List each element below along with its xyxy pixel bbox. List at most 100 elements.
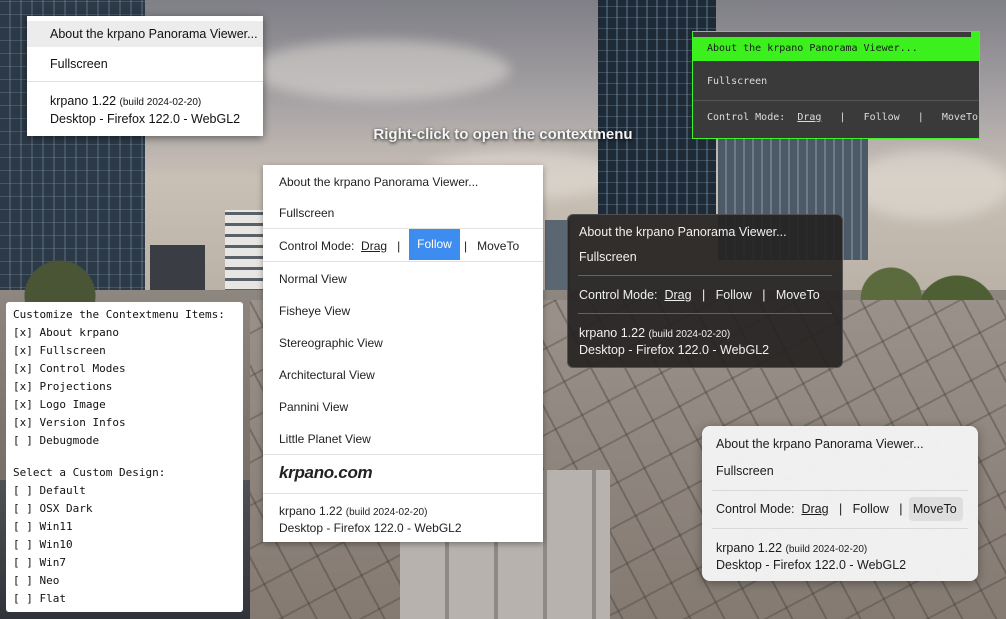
option-label: About krpano	[39, 326, 119, 339]
checkbox[interactable]: [ ]	[13, 484, 33, 497]
menu-item-fullscreen[interactable]: Fullscreen	[707, 76, 767, 87]
control-moveto[interactable]: MoveTo	[776, 288, 820, 302]
menu-item-fullscreen[interactable]: Fullscreen	[279, 206, 334, 220]
menu-item-fullscreen[interactable]: Fullscreen	[27, 51, 263, 77]
build-text: (build 2024-02-20)	[119, 97, 202, 108]
menu-item-architectural-view[interactable]: Architectural View	[279, 368, 375, 382]
platform-info: Desktop - Firefox 122.0 - WebGL2	[579, 343, 770, 357]
option-label: Neo	[39, 574, 60, 587]
checkbox[interactable]: [x]	[13, 416, 33, 429]
option-version-infos[interactable]: [x] Version Infos	[13, 414, 126, 432]
menu-item-little-planet-view[interactable]: Little Planet View	[279, 432, 371, 446]
control-drag[interactable]: Drag	[361, 239, 387, 253]
divider: |	[838, 502, 843, 516]
option-label: Fullscreen	[39, 344, 106, 357]
control-follow[interactable]: Follow	[853, 502, 889, 516]
divider: |	[397, 239, 401, 253]
platform-info: Desktop - Firefox 122.0 - WebGL2	[50, 112, 241, 126]
control-mode-row: Control Mode: Drag | Follow | MoveTo	[579, 288, 820, 302]
menu-item-fisheye-view[interactable]: Fisheye View	[279, 304, 350, 318]
menu-separator	[712, 528, 968, 529]
control-drag[interactable]: Drag	[664, 288, 691, 302]
option-debugmode[interactable]: [ ] Debugmode	[13, 432, 99, 450]
design-win7[interactable]: [ ] Win7	[13, 554, 66, 572]
menu-item-fullscreen[interactable]: Fullscreen	[579, 250, 637, 264]
menu-item-normal-view[interactable]: Normal View	[279, 272, 347, 286]
design-flat[interactable]: [ ] Flat	[13, 590, 66, 608]
divider: |	[464, 239, 468, 253]
control-moveto-group: | MoveTo	[464, 239, 519, 253]
contextmenu-osx-dark: About the krpano Panorama Viewer... Full…	[567, 214, 843, 368]
control-moveto[interactable]: MoveTo	[942, 112, 978, 123]
option-logo-image[interactable]: [x] Logo Image	[13, 396, 106, 414]
contextmenu-win11: About the krpano Panorama Viewer... Full…	[27, 16, 263, 136]
option-fullscreen[interactable]: [x] Fullscreen	[13, 342, 106, 360]
control-drag[interactable]: Drag	[797, 112, 821, 123]
control-mode-label: Control Mode:	[707, 112, 786, 123]
menu-item-about[interactable]: About the krpano Panorama Viewer...	[279, 175, 478, 189]
checkbox[interactable]: [ ]	[13, 592, 33, 605]
version-text: krpano 1.22	[279, 504, 343, 518]
design-win10[interactable]: [ ] Win10	[13, 536, 73, 554]
checkbox[interactable]: [x]	[13, 398, 33, 411]
version-text: krpano 1.22	[716, 541, 783, 555]
divider: |	[899, 502, 903, 516]
divider: |	[839, 112, 846, 123]
design-osx-dark[interactable]: [ ] OSX Dark	[13, 500, 92, 518]
version-info: krpano 1.22 (build 2024-02-20)	[50, 93, 201, 111]
checkbox[interactable]: [ ]	[13, 574, 33, 587]
checkbox[interactable]: [x]	[13, 344, 33, 357]
control-follow[interactable]: Follow	[409, 229, 460, 260]
option-control-modes[interactable]: [x] Control Modes	[13, 360, 126, 378]
checkbox[interactable]: [x]	[13, 326, 33, 339]
menu-separator	[578, 313, 832, 314]
control-follow[interactable]: Follow	[864, 112, 900, 123]
krpano-logo[interactable]: krpano.com	[279, 463, 373, 483]
checkbox[interactable]: [x]	[13, 362, 33, 375]
checkbox[interactable]: [ ]	[13, 520, 33, 533]
menu-separator	[263, 493, 543, 494]
menu-separator	[263, 261, 543, 262]
version-info: krpano 1.22 (build 2024-02-20)	[579, 326, 730, 340]
control-moveto[interactable]: MoveTo	[477, 239, 519, 253]
option-label: Version Infos	[39, 416, 126, 429]
design-win11[interactable]: [ ] Win11	[13, 518, 73, 536]
design-default[interactable]: [ ] Default	[13, 482, 86, 500]
control-moveto[interactable]: MoveTo	[913, 502, 957, 516]
checkbox[interactable]: [x]	[13, 380, 33, 393]
building	[225, 210, 263, 300]
menu-item-pannini-view[interactable]: Pannini View	[279, 400, 348, 414]
option-projections[interactable]: [x] Projections	[13, 378, 112, 396]
option-about-krpano[interactable]: [x] About krpano	[13, 324, 119, 342]
divider: |	[701, 288, 706, 302]
menu-item-about[interactable]: About the krpano Panorama Viewer...	[27, 21, 263, 47]
menu-item-stereographic-view[interactable]: Stereographic View	[279, 336, 383, 350]
menu-item-about[interactable]: About the krpano Panorama Viewer...	[716, 437, 924, 451]
checkbox[interactable]: [ ]	[13, 556, 33, 569]
platform-info: Desktop - Firefox 122.0 - WebGL2	[279, 521, 462, 535]
contextmenu-win10: About the krpano Panorama Viewer... Full…	[702, 426, 978, 581]
checkbox[interactable]: [ ]	[13, 538, 33, 551]
option-label: Win11	[39, 520, 73, 533]
menu-separator	[712, 490, 968, 491]
cloud	[850, 150, 1006, 220]
option-label: Flat	[39, 592, 67, 605]
option-label: Debugmode	[39, 434, 100, 447]
version-info: krpano 1.22 (build 2024-02-20)	[279, 504, 427, 518]
control-mode-label: Control Mode:	[579, 288, 658, 302]
control-drag[interactable]: Drag	[801, 502, 828, 516]
control-follow[interactable]: Follow	[716, 288, 752, 302]
checkbox[interactable]: [ ]	[13, 434, 33, 447]
build-text: (build 2024-02-20)	[785, 544, 868, 555]
design-neo[interactable]: [ ] Neo	[13, 572, 59, 590]
version-text: krpano 1.22	[579, 326, 646, 340]
menu-item-fullscreen[interactable]: Fullscreen	[716, 464, 774, 478]
option-label: OSX Dark	[39, 502, 93, 515]
option-label: Default	[39, 484, 86, 497]
checkbox[interactable]: [ ]	[13, 502, 33, 515]
option-label: Win10	[39, 538, 73, 551]
control-mode-label: Control Mode:	[716, 502, 795, 516]
menu-item-about[interactable]: About the krpano Panorama Viewer...	[693, 37, 979, 61]
menu-item-about[interactable]: About the krpano Panorama Viewer...	[579, 225, 787, 239]
build-text: (build 2024-02-20)	[648, 329, 731, 340]
